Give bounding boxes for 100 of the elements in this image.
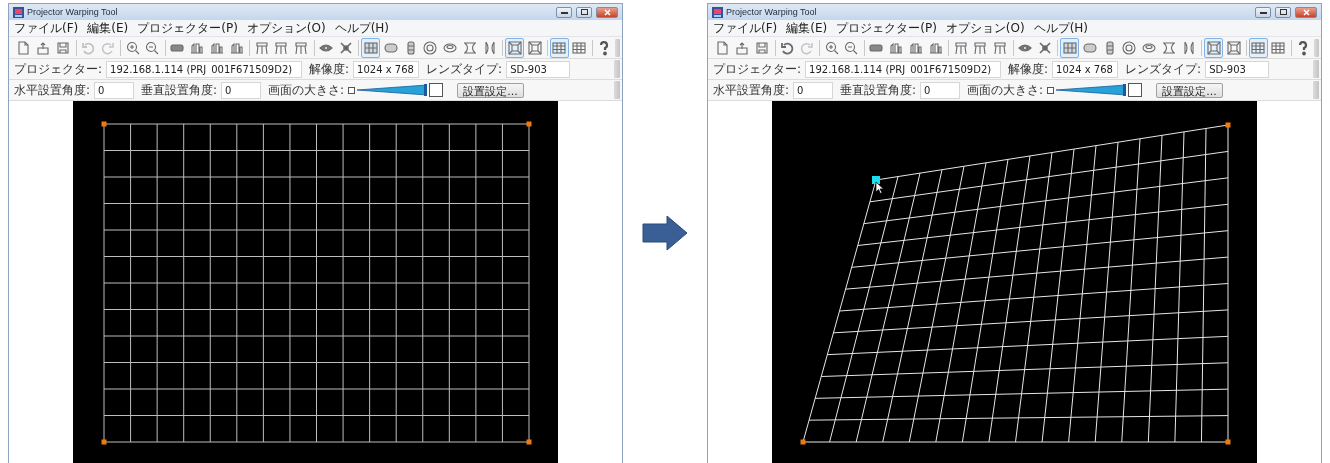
angle-field[interactable]: 0 [793, 81, 834, 99]
app-icon [13, 6, 24, 18]
window-title: Projector Warping Tool [726, 7, 817, 18]
frame-icon [1205, 39, 1222, 56]
save-icon [754, 39, 771, 56]
text-field[interactable]: 1024 x 768 [1052, 60, 1119, 78]
menu-item[interactable]: プロジェクター(P) [137, 19, 238, 37]
stand-icon [992, 39, 1009, 56]
menu-item[interactable]: 編集(E) [87, 19, 129, 37]
corner-handle[interactable] [526, 121, 532, 127]
angle-field[interactable]: 0 [920, 81, 961, 99]
small-screen-icon [348, 86, 356, 94]
close-button[interactable] [1295, 6, 1317, 18]
corner-handle[interactable] [800, 439, 806, 445]
angle-field[interactable]: 0 [94, 81, 135, 99]
field-label: 画面の大きさ: [268, 81, 345, 99]
setup-settings-button[interactable]: 設置設定... [457, 82, 524, 98]
slider-thumb[interactable] [1123, 84, 1127, 96]
app-icon [712, 6, 723, 18]
cross-icon [338, 39, 354, 56]
frame-tool-button[interactable] [505, 37, 525, 58]
minimize-icon [1259, 10, 1267, 14]
field-label: レンズタイプ: [1125, 60, 1202, 78]
frame-icon [1225, 39, 1242, 56]
small-screen-icon [1047, 86, 1055, 94]
stand-icon [952, 39, 969, 56]
field-label: プロジェクター: [14, 60, 103, 78]
new-icon [714, 39, 731, 56]
mouse-cursor-icon [875, 181, 884, 194]
frame-tool-button[interactable] [1204, 37, 1224, 58]
text-field[interactable]: SD-903 [1205, 60, 1270, 78]
close-icon [1302, 8, 1310, 16]
text-field[interactable]: 192.168.1.114 (PRJ_001F671509D2) [106, 60, 303, 78]
menu-item[interactable]: ファイル(F) [713, 19, 778, 37]
large-screen-icon [1128, 83, 1143, 97]
corner-handle[interactable] [101, 439, 107, 445]
field-label: 解像度: [1008, 60, 1049, 78]
save-icon [55, 39, 72, 56]
text-field[interactable]: 1024 x 768 [353, 60, 420, 78]
zoom-out-icon [144, 39, 161, 56]
setup-settings-button[interactable]: 設置設定... [1156, 82, 1223, 98]
zoom-out-icon [843, 39, 860, 56]
toolbar-grip[interactable] [1313, 81, 1319, 99]
grid-tool-button[interactable] [1060, 37, 1080, 58]
cross-icon [1037, 39, 1053, 56]
field-label: 垂直設置角度: [840, 81, 917, 99]
menu-item[interactable]: ヘルプ(H) [1033, 19, 1089, 37]
text-field[interactable]: 192.168.1.114 (PRJ_001F671509D2) [805, 60, 1002, 78]
field-label: 解像度: [309, 60, 350, 78]
field-label: レンズタイプ: [426, 60, 503, 78]
field-label: 水平設置角度: [713, 81, 790, 99]
stand-icon [273, 39, 290, 56]
toolbar-grip[interactable] [1313, 60, 1319, 79]
field-label: 垂直設置角度: [141, 81, 218, 99]
corner-handle[interactable] [101, 121, 107, 127]
table-icon [1270, 39, 1287, 56]
table-tool-button[interactable] [1249, 37, 1268, 58]
zoom-in-icon [124, 39, 141, 56]
close-icon [603, 8, 611, 16]
grid-tool-button[interactable] [361, 37, 381, 58]
hourglass-icon [462, 39, 479, 56]
field-label: 画面の大きさ: [967, 81, 1044, 99]
menu-item[interactable]: ヘルプ(H) [334, 19, 390, 37]
toolbar-grip[interactable] [614, 60, 620, 79]
zoom-in-icon [823, 39, 840, 56]
maximize-icon [580, 9, 588, 16]
table-tool-button[interactable] [550, 37, 569, 58]
hourglass-icon [1161, 39, 1178, 56]
menu-item[interactable]: オプション(O) [246, 19, 326, 37]
corner-handle[interactable] [1225, 122, 1231, 128]
toolbar-grip[interactable] [1313, 38, 1320, 57]
angle-field[interactable]: 0 [221, 81, 262, 99]
size-slider[interactable] [1056, 84, 1127, 96]
target-icon [1121, 39, 1138, 56]
maximize-icon [1279, 9, 1287, 16]
minimize-button[interactable] [1255, 6, 1271, 18]
menu-item[interactable]: プロジェクター(P) [836, 19, 937, 37]
table-icon [571, 39, 588, 56]
table-icon [551, 39, 568, 56]
maximize-button[interactable] [1275, 6, 1291, 18]
grid-icon [362, 39, 379, 56]
field-label: プロジェクター: [713, 60, 802, 78]
new-icon [15, 39, 32, 56]
frame-icon [526, 39, 543, 56]
toolbar-grip[interactable] [614, 81, 620, 99]
right-arrow-icon [642, 215, 688, 251]
minimize-button[interactable] [556, 6, 572, 18]
corner-handle[interactable] [1225, 439, 1231, 445]
size-slider[interactable] [357, 84, 428, 96]
menu-item[interactable]: ファイル(F) [14, 19, 79, 37]
text-field[interactable]: SD-903 [506, 60, 571, 78]
minimize-icon [560, 10, 568, 14]
toolbar-grip[interactable] [614, 38, 621, 57]
corner-handle[interactable] [526, 439, 532, 445]
menu-item[interactable]: 編集(E) [786, 19, 828, 37]
stand-icon [972, 39, 989, 56]
menu-item[interactable]: オプション(O) [945, 19, 1025, 37]
slider-thumb[interactable] [424, 84, 428, 96]
close-button[interactable] [596, 6, 618, 18]
maximize-button[interactable] [576, 6, 592, 18]
